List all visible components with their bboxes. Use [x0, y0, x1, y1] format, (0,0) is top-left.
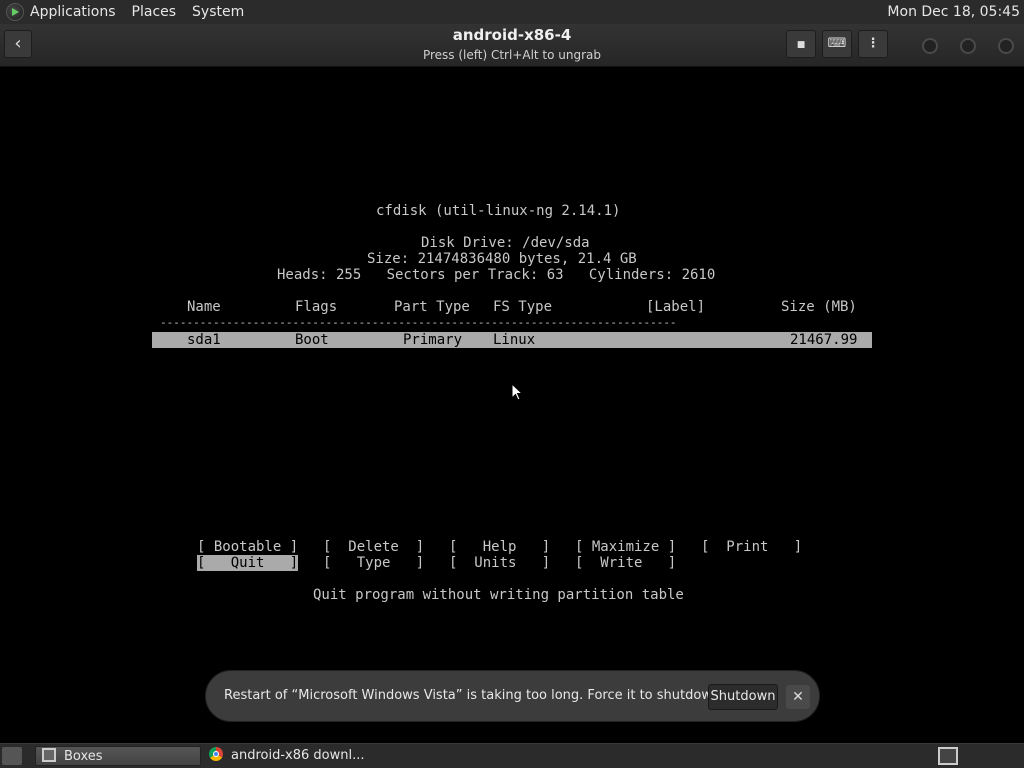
col-header-label: [Label]: [646, 299, 706, 315]
disk-drive-line: Disk Drive: /dev/sda: [421, 235, 590, 251]
clock[interactable]: Mon Dec 18, 05:45: [887, 4, 1020, 20]
top-panel: Applications Places System Mon Dec 18, 0…: [0, 0, 1024, 24]
cfdisk-menu-write[interactable]: [ Write ]: [575, 555, 676, 571]
cfdisk-menu-delete[interactable]: [ Delete ]: [323, 539, 424, 555]
partition-fs-type: Linux: [493, 332, 536, 348]
maximize-button[interactable]: [960, 38, 976, 54]
cfdisk-menu-help[interactable]: [ Help ]: [449, 539, 550, 555]
close-icon[interactable]: ✕: [786, 685, 810, 709]
menu-system[interactable]: System: [192, 4, 244, 20]
bottom-taskbar: Boxes android-x86 downl...: [0, 743, 1024, 768]
close-window-button[interactable]: [998, 38, 1014, 54]
col-header-flags: Flags: [295, 299, 338, 315]
col-header-fs-type: FS Type: [493, 299, 553, 315]
keyboard-button[interactable]: ⌨: [822, 30, 852, 58]
disk-geometry-line: Heads: 255 Sectors per Track: 63 Cylinde…: [277, 267, 716, 283]
taskbar-item-label: Boxes: [64, 749, 103, 764]
chrome-icon: [209, 747, 223, 761]
boxes-icon: [42, 748, 56, 762]
distro-logo-icon[interactable]: [6, 3, 24, 21]
disk-size-line: Size: 21474836480 bytes, 21.4 GB: [367, 251, 637, 267]
window-title: android-x86-4: [452, 26, 572, 44]
col-header-name: Name: [187, 299, 221, 315]
col-header-part-type: Part Type: [394, 299, 470, 315]
cfdisk-menu-maximize[interactable]: [ Maximize ]: [575, 539, 676, 555]
partition-row-selected[interactable]: sda1 Boot Primary Linux 21467.99: [152, 332, 872, 348]
stop-icon: ■: [796, 40, 806, 50]
cfdisk-menu-type[interactable]: [ Type ]: [323, 555, 424, 571]
boxes-header-bar: ‹ android-x86-4 Press (left) Ctrl+Alt to…: [0, 24, 1024, 67]
cfdisk-title: cfdisk (util-linux-ng 2.14.1): [376, 203, 621, 219]
window-subtitle: Press (left) Ctrl+Alt to ungrab: [422, 48, 602, 62]
taskbar-item-label: android-x86 downl...: [231, 748, 365, 763]
vm-display[interactable]: cfdisk (util-linux-ng 2.14.1) Disk Drive…: [0, 67, 1024, 743]
col-header-size: Size (MB): [781, 299, 857, 315]
keyboard-icon: ⌨: [827, 36, 847, 51]
minimize-button[interactable]: [922, 38, 938, 54]
partition-flags: Boot: [295, 332, 329, 348]
back-button[interactable]: ‹: [4, 30, 32, 58]
cfdisk-menu-quit[interactable]: [ Quit ]: [197, 555, 299, 571]
menu-applications[interactable]: Applications: [30, 4, 116, 20]
cfdisk-menu-bootable[interactable]: [ Bootable ]: [197, 539, 298, 555]
partition-name: sda1: [187, 332, 221, 348]
back-arrow-icon: ‹: [14, 33, 22, 54]
partition-size: 21467.99: [790, 332, 858, 348]
shutdown-button[interactable]: Shutdown: [708, 684, 778, 710]
workspace-switcher-icon[interactable]: [938, 747, 958, 765]
taskbar-item-boxes[interactable]: Boxes: [35, 746, 201, 766]
menu-places[interactable]: Places: [132, 4, 177, 20]
shutdown-notification: Restart of “Microsoft Windows Vista” is …: [205, 670, 820, 722]
cfdisk-menu-print[interactable]: [ Print ]: [701, 539, 802, 555]
show-desktop-icon[interactable]: [2, 747, 22, 765]
stop-button[interactable]: ■: [786, 30, 816, 58]
taskbar-item-browser[interactable]: android-x86 downl...: [203, 746, 373, 766]
partition-part-type: Primary: [403, 332, 463, 348]
notification-message: Restart of “Microsoft Windows Vista” is …: [224, 688, 728, 703]
vertical-dots-icon: ⋮: [866, 36, 880, 51]
properties-menu-button[interactable]: ⋮: [858, 30, 888, 58]
cfdisk-menu-units[interactable]: [ Units ]: [449, 555, 550, 571]
cfdisk-help-text: Quit program without writing partition t…: [313, 587, 684, 603]
mouse-pointer-icon: [511, 383, 523, 401]
header-separator: ----------------------------------------…: [160, 316, 677, 329]
